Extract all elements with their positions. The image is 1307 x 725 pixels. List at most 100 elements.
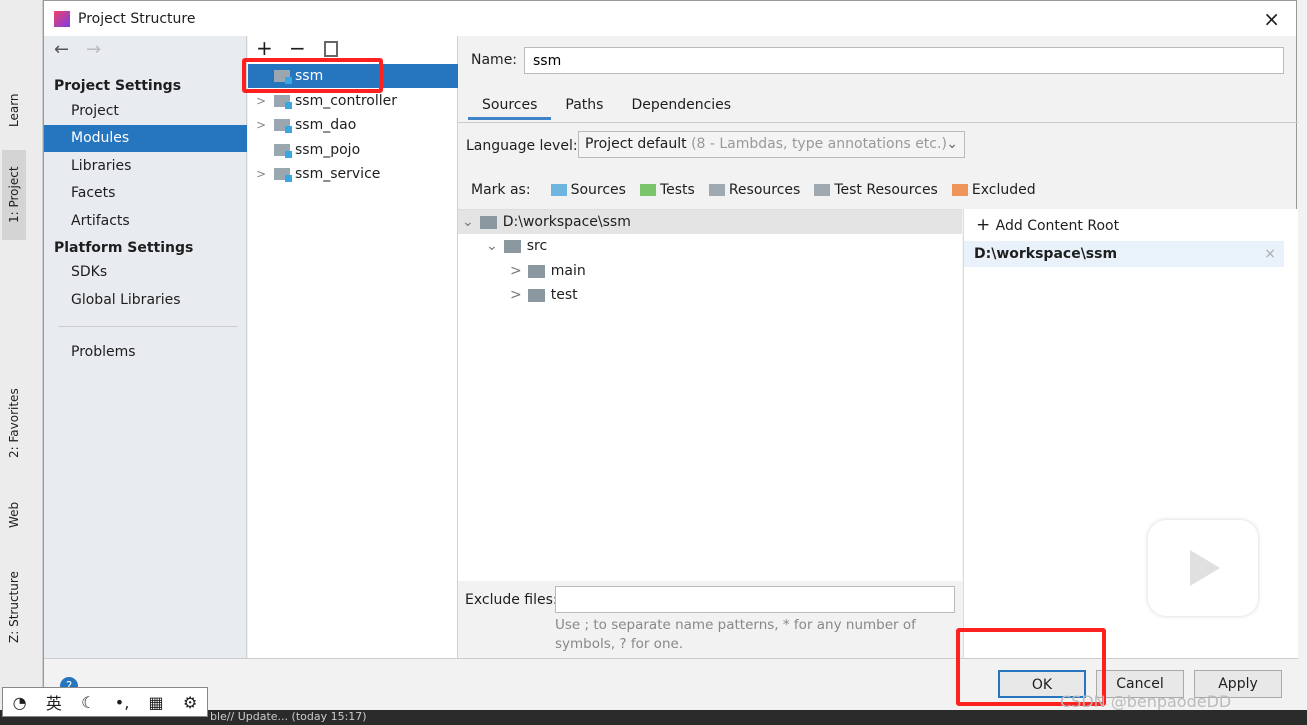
close-icon[interactable]: × bbox=[1263, 7, 1280, 31]
tree-item-test[interactable]: > test bbox=[510, 283, 578, 307]
module-label: ssm_service bbox=[295, 166, 381, 182]
platform-settings-heading: Platform Settings bbox=[54, 240, 194, 256]
tree-label: D:\workspace\ssm bbox=[502, 214, 631, 230]
forward-arrow-icon[interactable]: → bbox=[86, 39, 101, 60]
content-tree: ⌄ D:\workspace\ssm ⌄ src > main > test bbox=[458, 209, 962, 581]
nav-item-global-libraries[interactable]: Global Libraries bbox=[44, 287, 247, 314]
keyboard-icon[interactable]: ▦ bbox=[149, 693, 164, 712]
remove-root-icon[interactable]: × bbox=[1264, 241, 1276, 267]
resources-folder-icon bbox=[708, 184, 725, 196]
tree-label: main bbox=[550, 263, 586, 279]
nav-item-project[interactable]: Project bbox=[44, 98, 247, 125]
mark-tests-button[interactable]: Tests bbox=[639, 182, 695, 198]
module-item-ssm-dao[interactable]: > ssm_dao bbox=[248, 113, 458, 137]
detail-tabs: Sources Paths Dependencies bbox=[468, 90, 745, 120]
ime-language-toggle[interactable]: 英 bbox=[46, 690, 62, 714]
tab-dependencies[interactable]: Dependencies bbox=[617, 90, 745, 120]
mark-test-resources-button[interactable]: Test Resources bbox=[814, 182, 938, 198]
punctuation-icon[interactable]: •, bbox=[115, 693, 130, 712]
nav-item-sdks[interactable]: SDKs bbox=[44, 259, 247, 286]
add-content-root-button[interactable]: + Add Content Root bbox=[976, 215, 1119, 235]
project-structure-dialog: Project Structure × ← → Project Settings… bbox=[43, 0, 1298, 711]
red-highlight-box bbox=[242, 58, 383, 93]
excluded-folder-icon bbox=[951, 184, 968, 196]
tab-label: Learn bbox=[7, 93, 21, 127]
title-bar: Project Structure × bbox=[44, 1, 1296, 36]
mark-excluded-button[interactable]: Excluded bbox=[951, 182, 1036, 198]
mark-as-label: Mark as: bbox=[471, 182, 531, 198]
nav-item-artifacts[interactable]: Artifacts bbox=[44, 208, 247, 235]
watermark: CSDN @benpaodeDD bbox=[1060, 692, 1232, 711]
button-label: Add Content Root bbox=[995, 218, 1120, 234]
module-folder-icon bbox=[274, 144, 292, 158]
nav-item-facets[interactable]: Facets bbox=[44, 180, 247, 207]
tests-folder-icon bbox=[639, 184, 656, 196]
name-label: Name: bbox=[471, 52, 518, 68]
ime-toolbar: ◔ 英 ☾ •, ▦ ⚙ bbox=[2, 687, 208, 717]
tab-sources[interactable]: Sources bbox=[468, 90, 552, 120]
exclude-files-label: Exclude files: bbox=[465, 592, 558, 608]
exclude-hint: Use ; to separate name patterns, * for a… bbox=[555, 616, 916, 654]
nav-item-problems[interactable]: Problems bbox=[44, 339, 247, 366]
content-root-item[interactable]: D:\workspace\ssm × bbox=[964, 241, 1284, 267]
dialog-title: Project Structure bbox=[78, 10, 196, 27]
nav-item-modules[interactable]: Modules bbox=[44, 125, 247, 152]
gear-icon[interactable]: ⚙ bbox=[183, 693, 197, 712]
hint-line: Use ; to separate name patterns, * for a… bbox=[555, 617, 916, 633]
exclude-files-input[interactable] bbox=[555, 586, 955, 613]
ide-tool-strip: Learn 1: Project 2: Favorites Web Z: Str… bbox=[0, 0, 43, 710]
tool-tab-web[interactable]: Web bbox=[2, 490, 26, 540]
tool-tab-favorites[interactable]: 2: Favorites bbox=[2, 378, 26, 468]
chevron-right-icon[interactable]: > bbox=[248, 113, 274, 137]
mark-label: Sources bbox=[570, 182, 626, 198]
mark-resources-button[interactable]: Resources bbox=[708, 182, 800, 198]
remove-icon[interactable]: − bbox=[289, 36, 306, 60]
module-item-ssm-pojo[interactable]: ssm_pojo bbox=[248, 138, 458, 162]
module-list: + − ssm > ssm_controller > ssm_dao ssm_poj… bbox=[242, 36, 458, 658]
mark-label: Excluded bbox=[971, 182, 1036, 198]
intellij-logo-icon bbox=[54, 10, 70, 27]
add-icon: + bbox=[976, 215, 996, 235]
add-icon[interactable]: + bbox=[256, 36, 273, 60]
mark-sources-button[interactable]: Sources bbox=[550, 182, 626, 198]
tool-tab-project[interactable]: 1: Project bbox=[2, 150, 26, 240]
mark-as-bar: Mark as: Sources Tests Resources Test Re… bbox=[471, 182, 1050, 198]
back-arrow-icon[interactable]: ← bbox=[54, 39, 69, 60]
sources-folder-icon bbox=[550, 184, 567, 196]
test-resources-folder-icon bbox=[814, 184, 831, 196]
chevron-right-icon[interactable]: > bbox=[510, 259, 522, 283]
copy-icon[interactable] bbox=[324, 41, 338, 57]
ime-logo-icon[interactable]: ◔ bbox=[13, 693, 27, 712]
module-item-ssm-controller[interactable]: > ssm_controller bbox=[248, 89, 458, 113]
chevron-right-icon[interactable]: > bbox=[248, 89, 274, 113]
name-input[interactable] bbox=[524, 47, 1284, 74]
divider bbox=[458, 122, 1298, 123]
folder-icon bbox=[479, 215, 497, 229]
tab-paths[interactable]: Paths bbox=[551, 90, 617, 120]
folder-icon bbox=[527, 264, 545, 278]
tab-label: Web bbox=[7, 501, 21, 529]
tool-tab-structure[interactable]: Z: Structure bbox=[2, 560, 26, 655]
moon-icon[interactable]: ☾ bbox=[81, 693, 95, 712]
module-folder-icon bbox=[274, 119, 292, 133]
tool-tab-learn[interactable]: Learn bbox=[2, 80, 26, 140]
module-item-ssm-service[interactable]: > ssm_service bbox=[248, 162, 458, 186]
nav-item-libraries[interactable]: Libraries bbox=[44, 153, 247, 180]
tree-label: test bbox=[550, 287, 578, 303]
module-label: ssm_dao bbox=[295, 117, 357, 133]
language-level-select[interactable]: Project default (8 - Lambdas, type annot… bbox=[578, 131, 965, 158]
chevron-right-icon[interactable]: > bbox=[510, 283, 522, 307]
tab-label: 2: Favorites bbox=[7, 388, 21, 458]
tree-item-src[interactable]: ⌄ src bbox=[486, 234, 547, 258]
tree-item-main[interactable]: > main bbox=[510, 259, 586, 283]
module-label: ssm_pojo bbox=[295, 142, 361, 158]
chevron-down-icon[interactable]: ⌄ bbox=[486, 234, 498, 258]
mark-label: Tests bbox=[659, 182, 695, 198]
tree-item-root[interactable]: ⌄ D:\workspace\ssm bbox=[458, 210, 962, 234]
folder-icon bbox=[527, 288, 545, 302]
chevron-right-icon[interactable]: > bbox=[248, 162, 274, 186]
project-settings-heading: Project Settings bbox=[54, 78, 182, 94]
chevron-down-icon[interactable]: ⌄ bbox=[462, 210, 474, 234]
folder-icon bbox=[503, 239, 521, 253]
chevron-down-icon: ⌄ bbox=[946, 136, 958, 152]
